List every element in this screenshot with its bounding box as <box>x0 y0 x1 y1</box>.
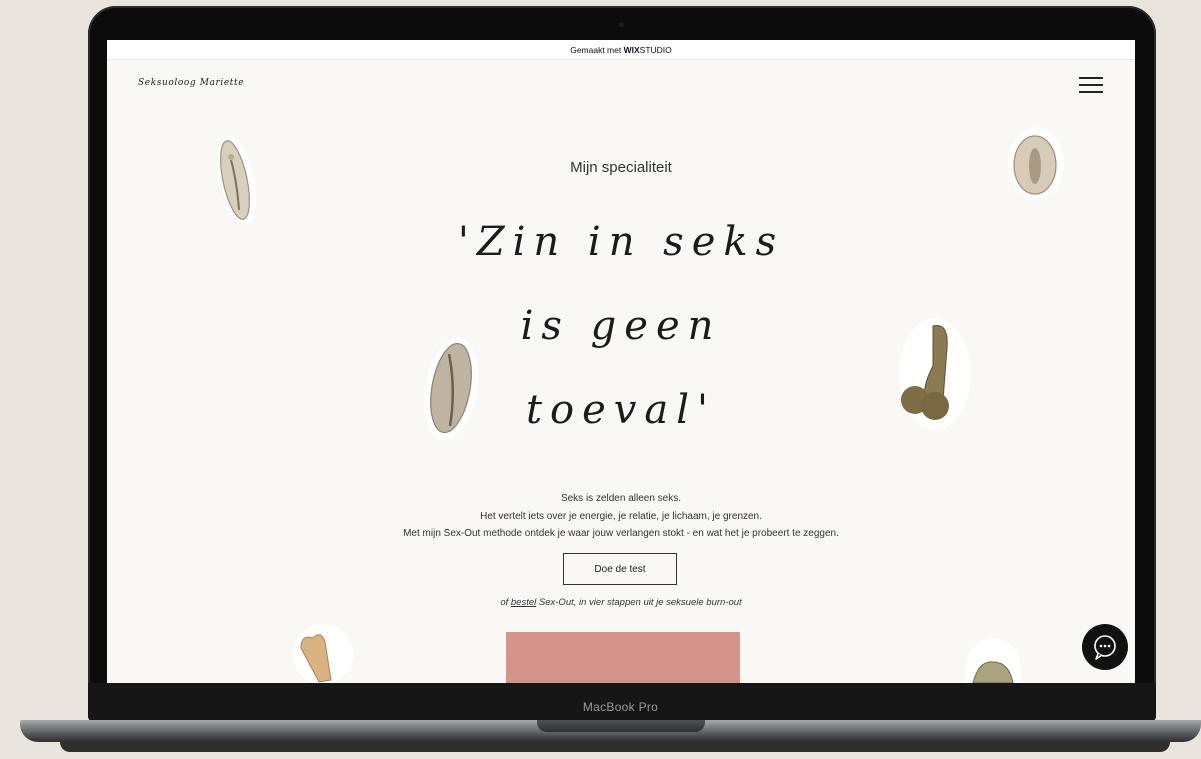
camera-dot <box>619 22 624 27</box>
headline-line-1: 'Zin in seks <box>457 219 785 265</box>
intro-line-1: Seks is zelden alleen seks. <box>560 493 682 504</box>
take-test-button[interactable]: Doe de test <box>563 553 677 585</box>
order-line: of bestel Sex-Out, in vier stappen uit j… <box>107 597 1135 608</box>
wix-banner[interactable]: Gemaakt met WIXSTUDIO <box>107 40 1135 60</box>
bone-sculpture-bottom-left <box>293 624 353 683</box>
mockup-stage: Gemaakt met WIXSTUDIO Seksuoloog Mariett… <box>0 0 1201 759</box>
order-prefix: of <box>500 597 509 608</box>
hero-headline: 'Zin in seks is geen toeval' <box>107 215 1135 467</box>
intro-text: Seks is zelden alleen seks. Het vertelt … <box>107 490 1135 543</box>
laptop-underside <box>60 742 1170 752</box>
wix-brand-rest: STUDIO <box>639 45 672 55</box>
laptop-screen: Gemaakt met WIXSTUDIO Seksuoloog Mariett… <box>107 40 1135 683</box>
intro-line-2: Het vertelt iets over je energie, je rel… <box>480 510 762 522</box>
wix-banner-prefix: Gemaakt met <box>570 45 622 55</box>
hamburger-menu-icon[interactable] <box>1079 75 1103 95</box>
intro-line-3: Met mijn Sex-Out methode ontdek je waar … <box>403 528 839 539</box>
chat-button[interactable] <box>1082 624 1128 670</box>
laptop-notch <box>537 720 705 732</box>
section-subtitle: Mijn specialiteit <box>570 159 672 176</box>
order-link[interactable]: bestel <box>511 597 536 608</box>
headline-line-3: toeval' <box>525 387 717 433</box>
pink-image-block <box>506 632 740 683</box>
site-logo[interactable]: Seksuoloog Mariette <box>138 78 244 88</box>
device-label: MacBook Pro <box>582 700 659 714</box>
sculpture-bottom-right <box>965 638 1021 683</box>
headline-line-2: is geen <box>520 303 722 349</box>
order-suffix: Sex-Out, in vier stappen uit je seksuele… <box>538 597 742 608</box>
chat-bubble-icon <box>1094 635 1116 660</box>
wix-brand-bold: WIX <box>623 45 640 55</box>
